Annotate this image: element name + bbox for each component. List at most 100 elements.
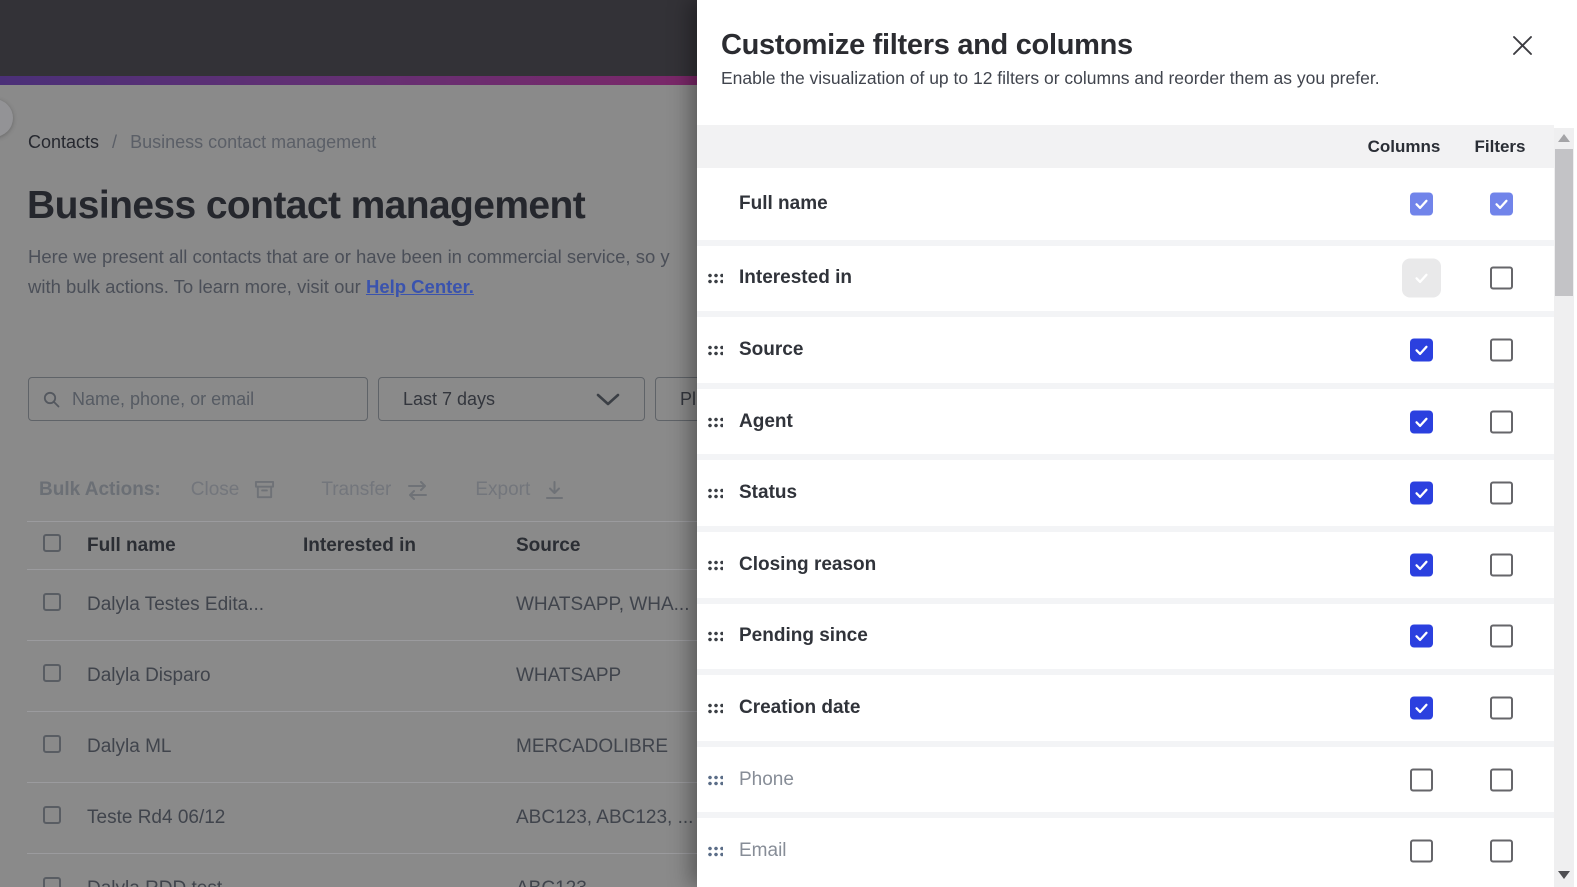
filters-checkbox[interactable] (1490, 481, 1513, 505)
row-label: Source (739, 338, 804, 360)
filters-header: Filters (1474, 137, 1526, 156)
table-row[interactable]: Teste Rd4 06/12 ABC123, ABC123, ... (27, 783, 697, 854)
table-row[interactable]: Dalyla RDD test ABC123 (27, 854, 697, 887)
filter-bar: Name, phone, or email Last 7 days Pl (28, 377, 775, 421)
header-source: Source (516, 534, 581, 556)
breadcrumb: Contacts / Business contact management (28, 132, 376, 153)
row-label: Closing reason (739, 553, 877, 575)
chevron-down-icon (596, 393, 620, 405)
row-status: Status (697, 454, 1554, 526)
edge-floating-button[interactable] (0, 99, 13, 137)
filters-checkbox[interactable] (1490, 266, 1513, 290)
bulk-export-button[interactable]: Export (475, 479, 564, 501)
columns-checkbox[interactable] (1410, 696, 1433, 720)
modal-subtitle: Enable the visualization of up to 12 fil… (721, 68, 1380, 88)
row-checkbox[interactable] (43, 664, 61, 682)
row-checkbox[interactable] (43, 735, 61, 753)
filters-checkbox[interactable] (1490, 553, 1513, 577)
row-label: Creation date (739, 696, 861, 718)
row-label: Interested in (739, 267, 852, 289)
cell-source: WHATSAPP, WHA... (516, 594, 690, 615)
bulk-close-button[interactable]: Close (191, 479, 276, 501)
filters-checkbox[interactable] (1490, 839, 1513, 863)
columns-checkbox[interactable] (1410, 338, 1433, 362)
columns-checkbox[interactable] (1402, 258, 1441, 298)
table-row[interactable]: Dalyla Testes Edita... WHATSAPP, WHA... (27, 570, 697, 641)
filters-checkbox[interactable] (1490, 338, 1513, 362)
date-range-value: Last 7 days (403, 388, 496, 409)
drag-handle-icon[interactable] (707, 416, 723, 428)
bulk-transfer-button[interactable]: Transfer (321, 479, 429, 501)
modal-title: Customize filters and columns (721, 29, 1133, 61)
scroll-down-icon[interactable] (1558, 871, 1570, 879)
filters-checkbox[interactable] (1490, 768, 1513, 792)
list-header-strip: Columns Filters (697, 125, 1554, 168)
drag-handle-icon[interactable] (707, 559, 723, 571)
bulk-close-label: Close (190, 479, 240, 500)
row-checkbox[interactable] (43, 593, 61, 611)
columns-checkbox[interactable] (1410, 624, 1433, 648)
row-closing-reason: Closing reason (697, 525, 1554, 598)
row-label: Full name (739, 192, 828, 214)
header-interested-in: Interested in (303, 534, 416, 556)
row-checkbox[interactable] (43, 877, 61, 887)
cell-full-name: Dalyla Disparo (87, 665, 211, 686)
table-header-row: Full name Interested in Source (27, 521, 697, 570)
row-creation-date: Creation date (697, 669, 1554, 741)
archive-icon (255, 480, 275, 499)
help-center-link[interactable]: Help Center. (366, 276, 474, 297)
page-description: Here we present all contacts that are or… (28, 242, 768, 301)
filter-column-list: Full name Interested in Source Agent Sta… (697, 168, 1554, 884)
filters-checkbox[interactable] (1490, 192, 1513, 216)
table-row[interactable]: Dalyla ML MERCADOLIBRE (27, 712, 697, 783)
customize-filters-modal: Customize filters and columns Enable the… (697, 0, 1577, 887)
scroll-up-icon[interactable] (1558, 134, 1570, 142)
columns-header: Columns (1367, 137, 1441, 156)
filters-checkbox[interactable] (1490, 624, 1513, 648)
row-email: Email (697, 812, 1554, 884)
row-full-name: Full name (697, 168, 1554, 240)
row-pending-since: Pending since (697, 597, 1554, 670)
cell-full-name: Dalyla ML (87, 736, 172, 757)
filters-checkbox[interactable] (1490, 696, 1513, 720)
drag-handle-icon[interactable] (707, 774, 723, 786)
select-all-checkbox[interactable] (43, 533, 61, 552)
columns-checkbox[interactable] (1410, 481, 1433, 505)
breadcrumb-contacts-link[interactable]: Contacts (28, 132, 99, 153)
scrollbar-thumb[interactable] (1555, 149, 1573, 296)
columns-checkbox[interactable] (1410, 839, 1433, 863)
bulk-actions-label: Bulk Actions: (39, 479, 161, 500)
bulk-transfer-label: Transfer (321, 479, 392, 500)
cell-source: WHATSAPP (516, 665, 622, 686)
drag-handle-icon[interactable] (707, 702, 723, 714)
breadcrumb-separator: / (112, 132, 118, 152)
cell-source: ABC123, ABC123, ... (516, 807, 694, 828)
drag-handle-icon[interactable] (707, 487, 723, 499)
modal-close-button[interactable] (1503, 26, 1541, 64)
cell-full-name: Dalyla RDD test (87, 878, 303, 887)
cell-source: MERCADOLIBRE (516, 736, 669, 757)
transfer-arrows-icon (408, 480, 428, 500)
drag-handle-icon[interactable] (707, 344, 723, 356)
columns-checkbox[interactable] (1410, 553, 1433, 577)
row-label: Phone (739, 768, 794, 790)
search-input[interactable]: Name, phone, or email (28, 377, 368, 421)
columns-checkbox[interactable] (1410, 410, 1433, 434)
drag-handle-icon[interactable] (707, 272, 723, 284)
drag-handle-icon[interactable] (707, 845, 723, 857)
row-label: Email (739, 840, 787, 862)
row-label: Status (739, 482, 798, 504)
cell-full-name: Dalyla Testes Edita... (87, 594, 265, 615)
row-agent: Agent (697, 382, 1554, 455)
filters-checkbox[interactable] (1490, 410, 1513, 434)
partial-filter-value: Pl (680, 388, 697, 409)
modal-scrollbar[interactable] (1554, 128, 1574, 887)
cell-source: ABC123 (516, 878, 697, 887)
drag-handle-icon[interactable] (707, 630, 723, 642)
date-range-select[interactable]: Last 7 days (378, 377, 645, 421)
table-row[interactable]: Dalyla Disparo WHATSAPP (27, 641, 697, 712)
columns-checkbox[interactable] (1410, 192, 1433, 216)
page-title: Business contact management (27, 184, 586, 227)
columns-checkbox[interactable] (1410, 768, 1433, 792)
row-checkbox[interactable] (43, 806, 61, 824)
